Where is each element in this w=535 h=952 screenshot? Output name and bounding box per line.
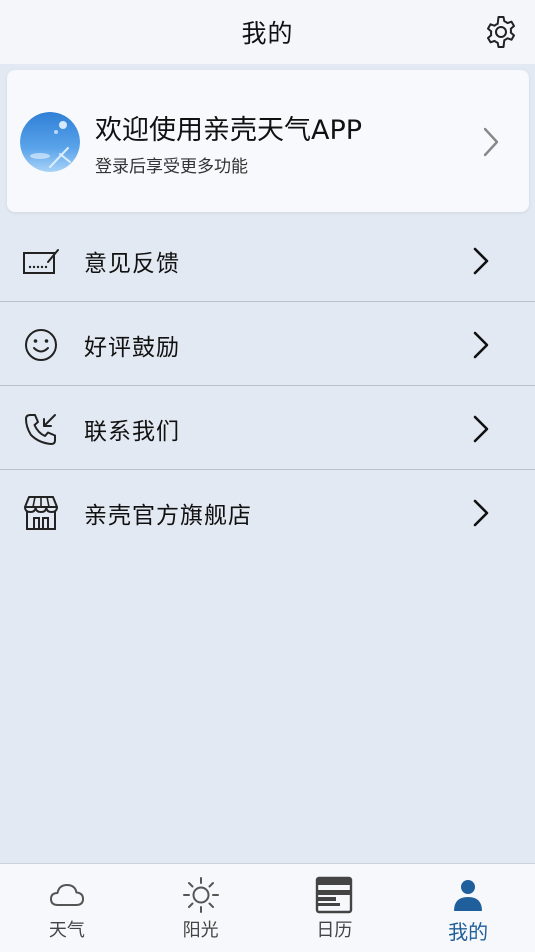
chevron-right-icon	[473, 331, 489, 359]
tab-weather[interactable]: 天气	[0, 864, 134, 952]
tab-calendar[interactable]: 日历	[268, 864, 402, 952]
chevron-right-icon	[473, 247, 489, 275]
person-icon	[454, 880, 483, 911]
settings-button[interactable]	[483, 14, 519, 50]
menu-list: 意见反馈 好评鼓励 联系我们 亲壳官方旗舰店	[0, 218, 535, 553]
menu-item-label: 好评鼓励	[84, 335, 180, 361]
tab-label: 天气	[48, 920, 85, 941]
profile-card[interactable]: 欢迎使用亲壳天气APP 登录后享受更多功能	[7, 70, 529, 212]
sky-avatar-icon	[20, 112, 80, 172]
gear-icon	[487, 16, 515, 48]
login-hint-text: 登录后享受更多功能	[95, 157, 248, 177]
tab-label: 日历	[316, 920, 353, 941]
bottom-tab-bar: 天气 阳光 日历 我的	[0, 863, 535, 952]
tab-label: 阳光	[182, 920, 219, 941]
tab-mine[interactable]: 我的	[401, 864, 535, 952]
tab-sunshine[interactable]: 阳光	[134, 864, 268, 952]
phone-incoming-icon	[25, 414, 56, 445]
chevron-right-icon	[483, 127, 499, 157]
welcome-text: 欢迎使用亲壳天气APP	[95, 115, 363, 146]
menu-item-label: 亲壳官方旗舰店	[84, 503, 252, 529]
cloud-icon	[49, 884, 84, 906]
smiley-icon	[25, 329, 57, 361]
feedback-icon	[23, 249, 59, 274]
menu-item-contact[interactable]: 联系我们	[0, 386, 535, 470]
menu-item-rate[interactable]: 好评鼓励	[0, 302, 535, 386]
sun-icon	[182, 877, 219, 913]
store-icon	[24, 496, 58, 530]
menu-item-store[interactable]: 亲壳官方旗舰店	[0, 470, 535, 553]
chevron-right-icon	[473, 499, 489, 527]
avatar[interactable]	[20, 112, 80, 172]
top-header: 我的	[0, 0, 535, 64]
menu-item-feedback[interactable]: 意见反馈	[0, 218, 535, 302]
menu-item-label: 联系我们	[84, 419, 180, 445]
chevron-right-icon	[473, 415, 489, 443]
calendar-icon	[316, 876, 353, 914]
menu-item-label: 意见反馈	[84, 251, 180, 277]
tab-label: 我的	[448, 920, 489, 944]
page-title: 我的	[241, 19, 294, 48]
